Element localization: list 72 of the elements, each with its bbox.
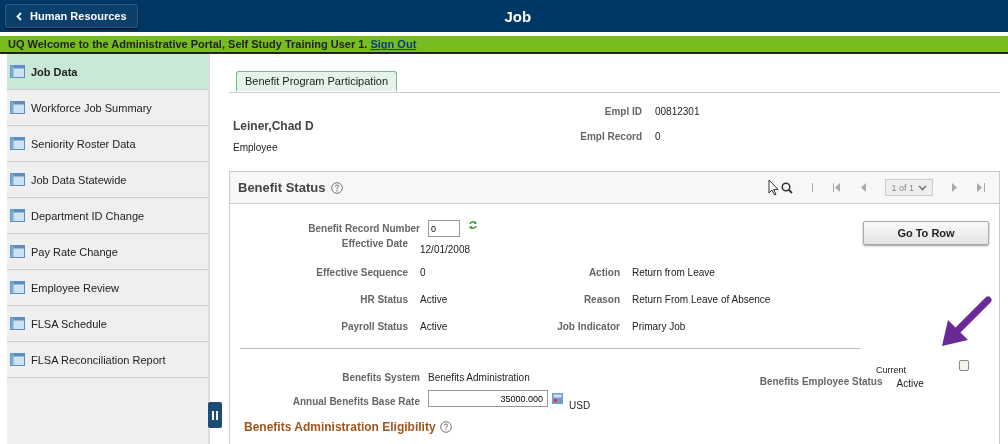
page-icon: [10, 245, 25, 258]
collapse-handle[interactable]: [208, 402, 222, 428]
section-title: Benefit Status: [238, 180, 326, 195]
page-icon: [10, 137, 25, 150]
pause-icon: [212, 410, 218, 420]
sidebar-item[interactable]: FLSA Schedule: [7, 306, 208, 342]
page-icon: [10, 317, 25, 330]
help-icon[interactable]: [439, 421, 452, 433]
sidebar-item[interactable]: Job Data Statewide: [7, 162, 208, 198]
next-icon[interactable]: [952, 183, 958, 192]
record-number-field[interactable]: 0: [428, 220, 460, 237]
field-label: Payroll Status: [340, 321, 408, 332]
calculator-icon[interactable]: [552, 393, 563, 404]
sidebar-item[interactable]: Workforce Job Summary: [7, 90, 208, 126]
field-value: Active: [420, 321, 448, 332]
field-label: Reason: [583, 294, 620, 305]
section-title: Benefits Administration Eligibility: [244, 420, 436, 434]
page-icon: [10, 209, 25, 222]
go-to-row-button[interactable]: Go To Row: [863, 221, 989, 245]
field-value: 0: [655, 131, 661, 142]
field-label: Benefit Record Number: [307, 223, 420, 234]
field-value: Return From Leave of Absence: [632, 294, 771, 305]
field-label: HR Status: [359, 294, 408, 305]
field-label: Benefits System: [341, 372, 420, 383]
chevron-down-icon: [918, 184, 927, 191]
field-label: Effective Date: [340, 238, 408, 249]
sidebar-item[interactable]: FLSA Reconciliation Report: [7, 342, 208, 378]
sidebar-item[interactable]: Seniority Roster Data: [7, 126, 208, 162]
field-value: 0: [420, 267, 426, 278]
page-icon: [10, 101, 25, 114]
field-value: 00812301: [655, 106, 700, 117]
refresh-icon[interactable]: [468, 220, 478, 230]
employee-name: Leiner,Chad D: [233, 119, 315, 133]
sidebar-item[interactable]: Department ID Change: [7, 198, 208, 234]
tab[interactable]: Benefit Program Participation: [236, 71, 398, 91]
last-page-icon[interactable]: [977, 183, 985, 192]
field-label: Annual Benefits Base Rate: [291, 396, 420, 407]
help-icon[interactable]: [331, 181, 344, 194]
field-value: Active: [420, 294, 448, 305]
back-button[interactable]: Human Resources: [5, 4, 138, 28]
separator-icon: [812, 183, 815, 192]
chevron-left-icon: [16, 11, 22, 21]
field-label: Job Indicator: [557, 321, 620, 332]
field-label: Effective Sequence: [315, 267, 408, 278]
page-icon: [10, 353, 25, 366]
field-value: Primary Job: [632, 321, 686, 332]
first-page-icon[interactable]: [833, 183, 842, 192]
base-rate-field[interactable]: 35000.000: [428, 390, 548, 407]
cursor-icon: [768, 179, 780, 196]
checkbox-label: Current: [876, 365, 906, 375]
page-icon: [10, 281, 25, 294]
current-checkbox[interactable]: [959, 360, 969, 371]
field-label: Action: [588, 267, 620, 278]
field-label: Empl ID: [603, 106, 642, 117]
sidebar-item[interactable]: Employee Review: [7, 270, 208, 306]
field-label: Benefits Employee Status: [759, 376, 883, 387]
page-title: Job: [503, 7, 533, 25]
field-value: 12/01/2008: [420, 244, 471, 255]
field-label: Empl Record: [579, 131, 642, 142]
sidebar-item[interactable]: Pay Rate Change: [7, 234, 208, 270]
page-icon: [10, 65, 25, 78]
field-value: Return from Leave: [632, 267, 715, 278]
field-value: Benefits Administration: [428, 372, 530, 383]
sidebar-item[interactable]: Job Data: [7, 54, 208, 90]
sign-out-link[interactable]: Sign Out: [370, 38, 417, 50]
search-icon[interactable]: [781, 181, 794, 194]
currency-code: USD: [569, 400, 591, 411]
welcome-text: UQ Welcome to the Administrative Portal, Self Study Training User 1. Sign Out: [8, 38, 417, 50]
employee-type: Employee: [233, 142, 279, 153]
previous-icon[interactable]: [860, 183, 867, 192]
field-value: Active: [896, 378, 924, 389]
page-icon: [10, 173, 25, 186]
